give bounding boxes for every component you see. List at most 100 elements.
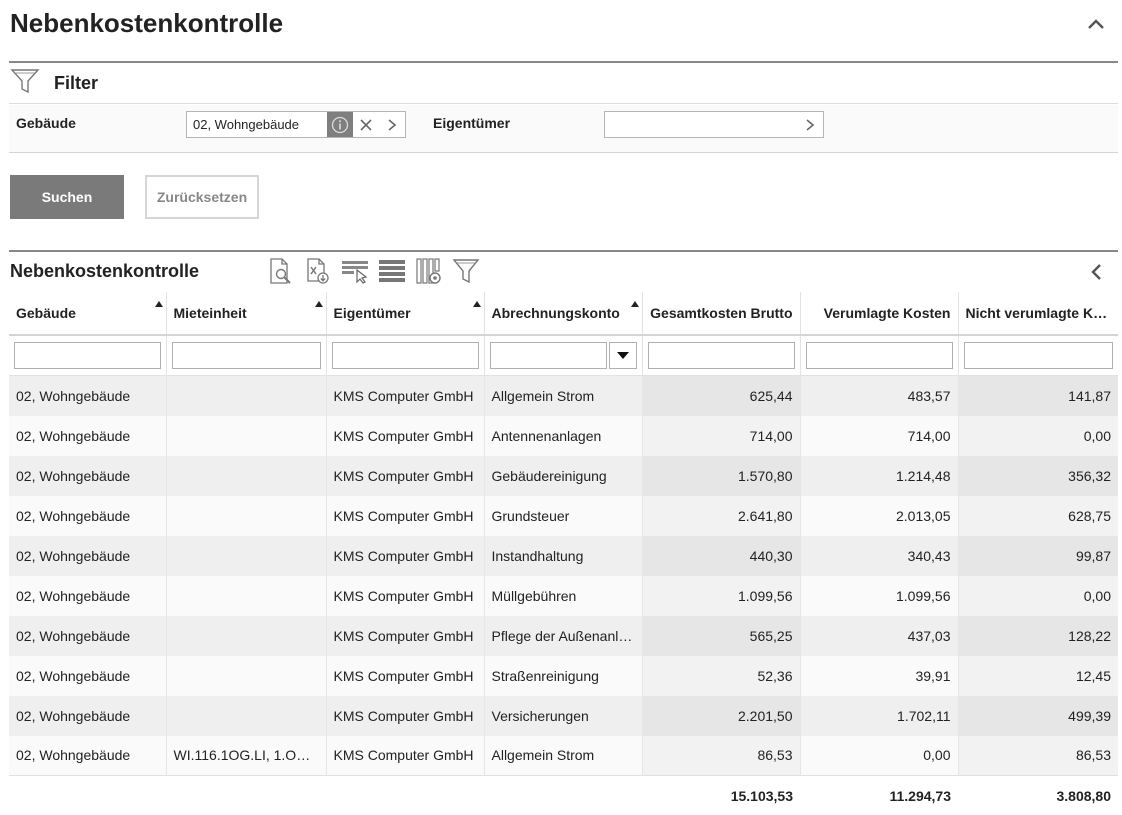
column-filter-select [489, 342, 637, 369]
cell-abrechnungskonto: Versicherungen [484, 695, 643, 736]
filter-cell [800, 335, 959, 376]
column-filter-input[interactable] [805, 342, 953, 369]
cell-mieteinheit [166, 655, 327, 696]
column-header-label: Mieteinheit [173, 305, 247, 321]
cell-eigentuemer: KMS Computer GmbH [326, 375, 485, 416]
cell-gebaeude: 02, Wohngebäude [9, 535, 167, 576]
totals-row: 15.103,53 11.294,73 3.808,80 [9, 775, 1118, 815]
filter-cell [166, 335, 327, 376]
table-row[interactable]: 02, Wohngebäude KMS Computer GmbH Gebäuder… [9, 455, 1118, 496]
column-filter-input[interactable] [489, 342, 607, 369]
collapse-chevron-up-icon[interactable] [1084, 12, 1108, 36]
document-search-icon[interactable] [266, 256, 296, 286]
column-header-nicht-verumlagte-kosten[interactable]: Nicht verumlagte Kosten [958, 292, 1118, 336]
cell-eigentuemer: KMS Computer GmbH [326, 695, 485, 736]
cell-mieteinheit [166, 375, 327, 416]
cell-abrechnungskonto: Instandhaltung [484, 535, 643, 576]
cell-abrechnungskonto: Straßenreinigung [484, 655, 643, 696]
cell-gesamtkosten: 2.201,50 [642, 695, 801, 736]
table-row[interactable]: 02, Wohngebäude WI.116.1OG.LI, 1.OG-links… [9, 735, 1118, 776]
cell-eigentuemer: KMS Computer GmbH [326, 615, 485, 656]
column-header-label: Gesamtkosten Brutto [650, 305, 793, 321]
cell-gebaeude: 02, Wohngebäude [9, 735, 167, 776]
excel-export-icon[interactable] [303, 256, 333, 286]
row-select-icon[interactable] [340, 256, 370, 286]
row-density-icon[interactable] [377, 256, 407, 286]
data-grid: Gebäude Mieteinheit Eigentümer Abrechnun… [9, 292, 1118, 815]
column-header-mieteinheit[interactable]: Mieteinheit [166, 292, 327, 336]
cell-nicht-verumlagte-kosten: 0,00 [958, 575, 1118, 616]
column-filter-input[interactable] [14, 342, 161, 369]
column-header-eigentuemer[interactable]: Eigentümer [326, 292, 485, 336]
clear-x-icon[interactable] [353, 112, 379, 137]
cell-eigentuemer: KMS Computer GmbH [326, 415, 485, 456]
cell-abrechnungskonto: Antennenanlagen [484, 415, 643, 456]
table-row[interactable]: 02, Wohngebäude KMS Computer GmbH Pflege d… [9, 615, 1118, 656]
cell-verumlagte-kosten: 39,91 [800, 655, 959, 696]
total-verumlagte-kosten: 11.294,73 [800, 775, 958, 815]
cell-gebaeude: 02, Wohngebäude [9, 375, 167, 416]
sort-up-icon[interactable] [630, 301, 639, 307]
sort-up-icon[interactable] [472, 301, 481, 307]
page-title: Nebenkostenkontrolle [10, 8, 284, 38]
cell-gebaeude: 02, Wohngebäude [9, 575, 167, 616]
filter-title: Filter [54, 72, 99, 93]
cell-abrechnungskonto: Pflege der Außenanlagen [484, 615, 643, 656]
column-header-gesamtkosten[interactable]: Gesamtkosten Brutto [642, 292, 801, 336]
eigentuemer-input[interactable] [605, 112, 797, 137]
info-icon[interactable] [327, 112, 353, 137]
cell-nicht-verumlagte-kosten: 86,53 [958, 735, 1118, 776]
filter-cell [484, 335, 643, 376]
reset-button[interactable]: Zurücksetzen [145, 175, 259, 219]
cell-eigentuemer: KMS Computer GmbH [326, 495, 485, 536]
cell-mieteinheit [166, 615, 327, 656]
cell-gesamtkosten: 565,25 [642, 615, 801, 656]
filter-funnel-icon [10, 67, 40, 100]
table-row[interactable]: 02, Wohngebäude KMS Computer GmbH Instandh… [9, 535, 1118, 576]
filter-funnel-icon[interactable] [451, 256, 481, 286]
column-filter-row [9, 335, 1118, 376]
cell-gesamtkosten: 52,36 [642, 655, 801, 696]
column-filter-input[interactable] [171, 342, 321, 369]
chevron-left-icon[interactable] [1085, 260, 1109, 284]
total-gesamtkosten: 15.103,53 [642, 775, 800, 815]
filter-header: Filter [10, 68, 98, 98]
cell-verumlagte-kosten: 2.013,05 [800, 495, 959, 536]
chevron-right-icon[interactable] [797, 112, 823, 137]
column-filter-input[interactable] [963, 342, 1113, 369]
column-filter-input[interactable] [647, 342, 795, 369]
gebaeude-input[interactable]: 02, Wohngebäude [187, 112, 327, 137]
cell-verumlagte-kosten: 1.099,56 [800, 575, 959, 616]
search-button[interactable]: Suchen [10, 175, 124, 219]
table-row[interactable]: 02, Wohngebäude KMS Computer GmbH Allgemei… [9, 375, 1118, 416]
cell-mieteinheit [166, 415, 327, 456]
table-row[interactable]: 02, Wohngebäude KMS Computer GmbH Müllgebü… [9, 575, 1118, 616]
column-filter-input[interactable] [331, 342, 479, 369]
table-row[interactable]: 02, Wohngebäude KMS Computer GmbH Straßenr… [9, 655, 1118, 696]
table-row[interactable]: 02, Wohngebäude KMS Computer GmbH Antennen… [9, 415, 1118, 456]
cell-verumlagte-kosten: 340,43 [800, 535, 959, 576]
chevron-right-icon[interactable] [379, 112, 405, 137]
sort-up-icon[interactable] [154, 301, 163, 307]
grid-body: 02, Wohngebäude KMS Computer GmbH Allgemei… [9, 375, 1118, 776]
cell-gesamtkosten: 86,53 [642, 735, 801, 776]
cell-nicht-verumlagte-kosten: 99,87 [958, 535, 1118, 576]
table-row[interactable]: 02, Wohngebäude KMS Computer GmbH Versiche… [9, 695, 1118, 736]
column-settings-icon[interactable] [414, 256, 444, 286]
filter-cell [958, 335, 1118, 376]
cell-verumlagte-kosten: 714,00 [800, 415, 959, 456]
cell-abrechnungskonto: Grundsteuer [484, 495, 643, 536]
cell-eigentuemer: KMS Computer GmbH [326, 455, 485, 496]
cell-verumlagte-kosten: 437,03 [800, 615, 959, 656]
column-header-verumlagte-kosten[interactable]: Verumlagte Kosten [800, 292, 959, 336]
cell-mieteinheit [166, 695, 327, 736]
cell-mieteinheit [166, 575, 327, 616]
column-header-gebaeude[interactable]: Gebäude [9, 292, 167, 336]
header-row: Gebäude Mieteinheit Eigentümer Abrechnun… [9, 292, 1118, 336]
column-header-abrechnungskonto[interactable]: Abrechnungskonto [484, 292, 643, 336]
table-row[interactable]: 02, Wohngebäude KMS Computer GmbH Grundste… [9, 495, 1118, 536]
dropdown-arrow-icon[interactable] [608, 342, 637, 369]
column-header-label: Gebäude [16, 305, 76, 321]
sort-up-icon[interactable] [314, 301, 323, 307]
cell-abrechnungskonto: Müllgebühren [484, 575, 643, 616]
